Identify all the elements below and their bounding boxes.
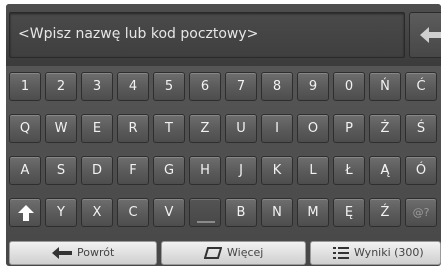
key-z[interactable]: Z [189, 114, 221, 143]
results-button[interactable]: Wyniki (300) [310, 241, 441, 265]
key-a-ogonek[interactable]: Ą [369, 156, 401, 185]
more-button[interactable]: Więcej [161, 241, 306, 265]
key-r[interactable]: R [117, 114, 149, 143]
arrow-left-icon [52, 247, 72, 259]
key-8[interactable]: 8 [261, 72, 293, 101]
search-input[interactable]: <Wpisz nazwę lub kod pocztowy> [9, 12, 405, 58]
key-w[interactable]: W [45, 114, 77, 143]
key-s-acute[interactable]: Ś [405, 114, 437, 143]
keyboard-screen: <Wpisz nazwę lub kod pocztowy> 1 2 3 4 5… [6, 4, 441, 266]
key-m[interactable]: M [297, 198, 329, 227]
key-n-acute[interactable]: Ń [369, 72, 401, 101]
more-label: Więcej [227, 246, 264, 259]
shift-arrow-up-icon [18, 205, 34, 221]
key-o[interactable]: O [297, 114, 329, 143]
key-2[interactable]: 2 [45, 72, 77, 101]
key-t[interactable]: T [153, 114, 185, 143]
key-6[interactable]: 6 [189, 72, 221, 101]
key-f[interactable]: F [117, 156, 149, 185]
key-l-stroke[interactable]: Ł [333, 156, 365, 185]
parallelogram-icon [204, 247, 222, 259]
key-7[interactable]: 7 [225, 72, 257, 101]
key-c[interactable]: C [117, 198, 149, 227]
key-c-acute[interactable]: Ć [405, 72, 437, 101]
key-h[interactable]: H [189, 156, 221, 185]
key-x[interactable]: X [81, 198, 113, 227]
key-z-acute[interactable]: Ź [369, 198, 401, 227]
back-label: Powrót [77, 246, 115, 259]
key-e-ogonek[interactable]: Ę [333, 198, 365, 227]
key-y[interactable]: Y [45, 198, 77, 227]
key-z-dot[interactable]: Ż [369, 114, 401, 143]
backspace-arrow-icon [420, 27, 441, 43]
key-n[interactable]: N [261, 198, 293, 227]
key-b[interactable]: B [225, 198, 257, 227]
key-o-acute[interactable]: Ó [405, 156, 437, 185]
key-k[interactable]: K [261, 156, 293, 185]
key-3[interactable]: 3 [81, 72, 113, 101]
key-d[interactable]: D [81, 156, 113, 185]
backspace-button[interactable] [409, 12, 441, 58]
space-icon [197, 221, 215, 223]
back-button[interactable]: Powrót [9, 241, 157, 265]
key-i[interactable]: I [261, 114, 293, 143]
key-g[interactable]: G [153, 156, 185, 185]
key-5[interactable]: 5 [153, 72, 185, 101]
results-label: Wyniki (300) [354, 246, 424, 259]
bottom-bar: Powrót Więcej Wyniki (300) [6, 241, 441, 266]
key-j[interactable]: J [225, 156, 257, 185]
key-9[interactable]: 9 [297, 72, 329, 101]
key-u[interactable]: U [225, 114, 257, 143]
space-key[interactable] [189, 198, 221, 227]
key-l[interactable]: L [297, 156, 329, 185]
key-4[interactable]: 4 [117, 72, 149, 101]
key-p[interactable]: P [333, 114, 365, 143]
key-s[interactable]: S [45, 156, 77, 185]
search-placeholder: <Wpisz nazwę lub kod pocztowy> [18, 26, 259, 42]
list-icon [333, 247, 349, 259]
shift-key[interactable] [9, 198, 41, 227]
key-v[interactable]: V [153, 198, 185, 227]
key-0[interactable]: 0 [333, 72, 365, 101]
key-q[interactable]: Q [9, 114, 41, 143]
key-1[interactable]: 1 [9, 72, 41, 101]
key-a[interactable]: A [9, 156, 41, 185]
key-e[interactable]: E [81, 114, 113, 143]
key-symbols[interactable]: @? [405, 198, 437, 227]
input-bar: <Wpisz nazwę lub kod pocztowy> [6, 4, 441, 66]
